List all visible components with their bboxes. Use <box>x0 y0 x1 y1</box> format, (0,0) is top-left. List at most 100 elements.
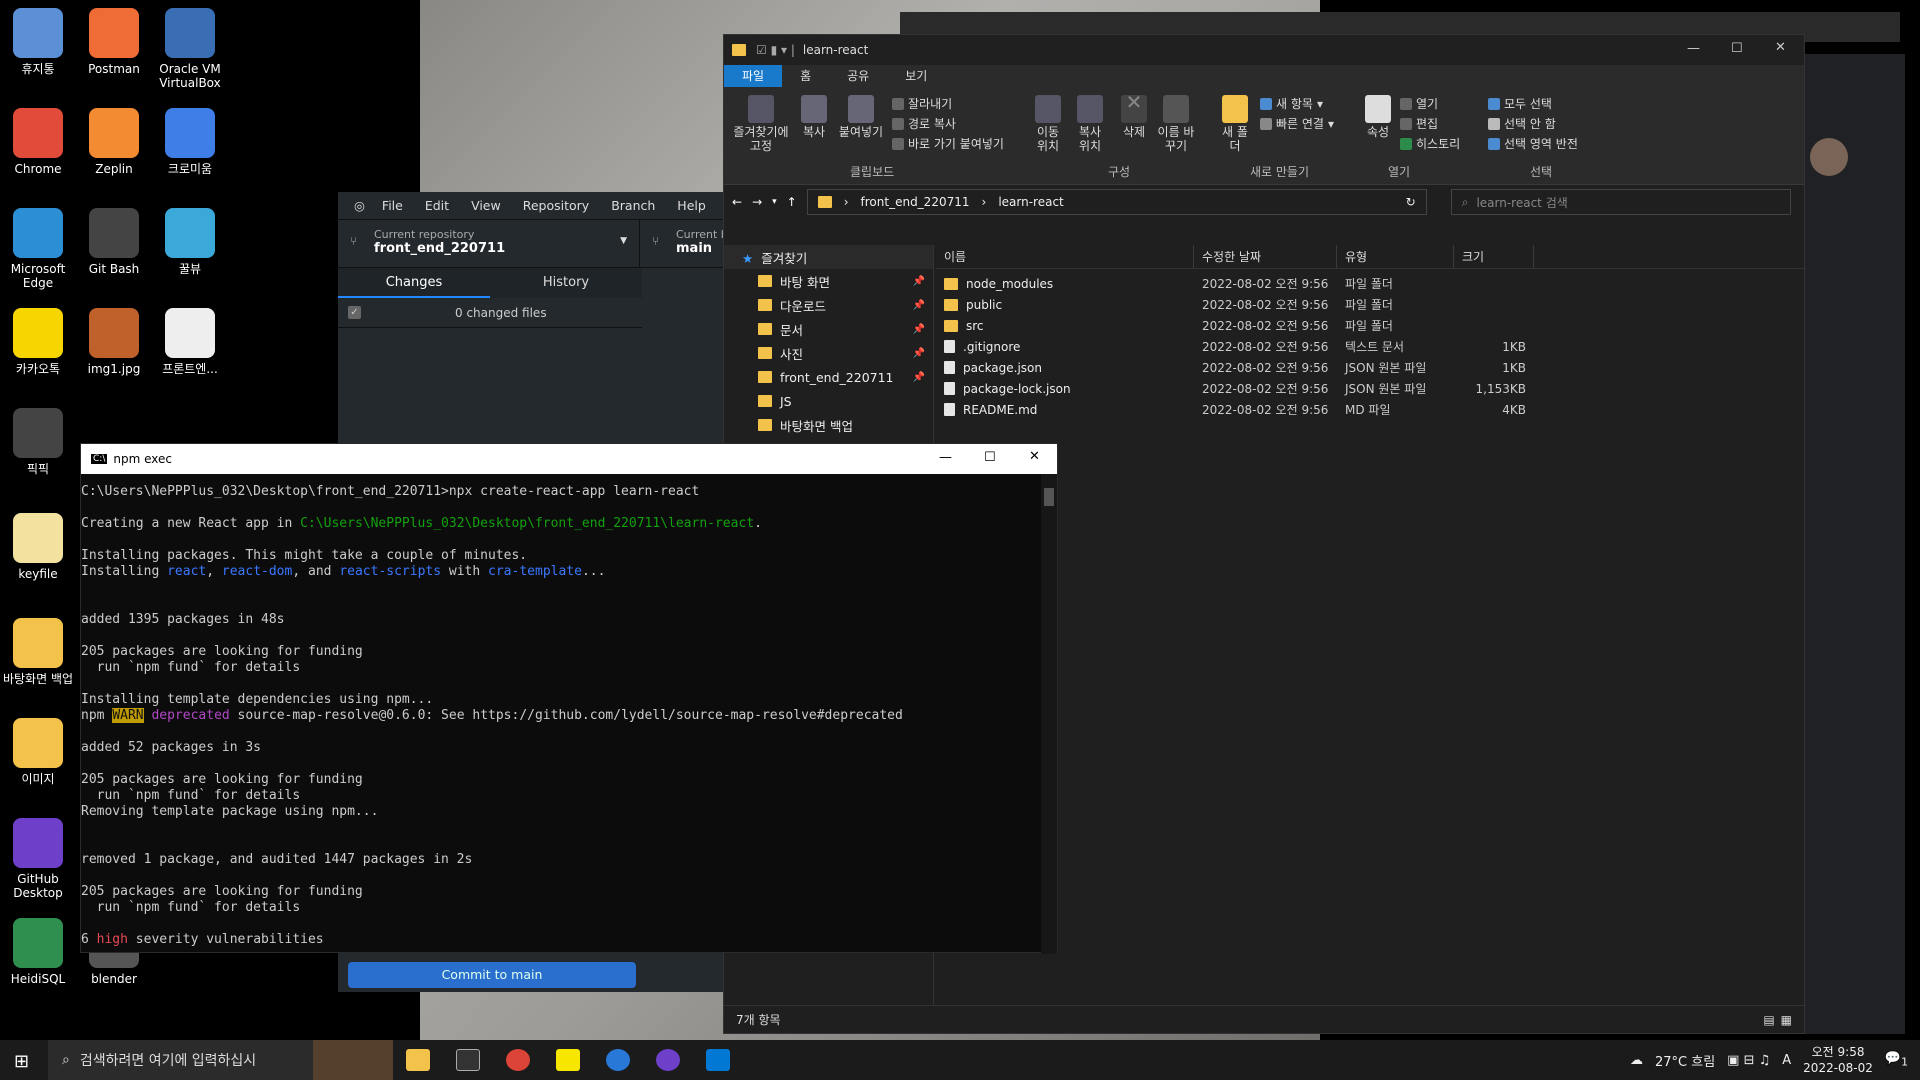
tab-history[interactable]: History <box>490 268 642 298</box>
properties-button[interactable]: 속성 <box>1364 95 1392 139</box>
move-to-button[interactable]: 이동 위치 <box>1030 95 1066 153</box>
taskbar-kakaotalk[interactable] <box>543 1040 593 1080</box>
file-row[interactable]: package.json 2022-08-02 오전 9:56 JSON 원본 파일… <box>936 357 1806 378</box>
quick-access-toolbar[interactable]: ☑ ▮ ▾ | <box>756 43 795 57</box>
tab-share[interactable]: 공유 <box>829 65 887 87</box>
desktop-icon[interactable]: Microsoft Edge <box>0 208 76 290</box>
tab-home[interactable]: 홈 <box>782 65 829 87</box>
file-row[interactable]: src 2022-08-02 오전 9:56 파일 폴더 <box>936 315 1806 336</box>
copy-button[interactable]: 복사 <box>796 95 832 139</box>
copy-path-button[interactable]: 경로 복사 <box>892 115 956 132</box>
tab-view[interactable]: 보기 <box>887 65 945 87</box>
file-row[interactable]: public 2022-08-02 오전 9:56 파일 폴더 <box>936 294 1806 315</box>
nav-item[interactable]: JS <box>724 389 933 413</box>
tab-file[interactable]: 파일 <box>724 65 783 87</box>
taskbar-vscode[interactable] <box>693 1040 743 1080</box>
scrollbar[interactable] <box>1041 474 1057 954</box>
select-none-button[interactable]: 선택 안 함 <box>1488 115 1556 132</box>
edit-button[interactable]: 편집 <box>1400 115 1438 132</box>
close-button[interactable]: ✕ <box>1029 449 1040 464</box>
taskbar-file-explorer[interactable] <box>393 1040 443 1080</box>
column-size[interactable]: 크기 <box>1454 245 1534 268</box>
tray-icons[interactable]: ▣ ⊟ ♫ <box>1727 1053 1770 1068</box>
copy-to-button[interactable]: 복사 위치 <box>1072 95 1108 153</box>
search-box[interactable]: ⌕ learn-react 검색 <box>1450 189 1791 215</box>
file-row[interactable]: node_modules 2022-08-02 오전 9:56 파일 폴더 <box>936 273 1806 294</box>
menu-repository[interactable]: Repository <box>512 198 600 213</box>
nav-item[interactable]: front_end_220711 📌 <box>724 365 933 389</box>
recent-dropdown[interactable]: ▾ <box>772 197 777 207</box>
menu-view[interactable]: View <box>460 198 512 213</box>
refresh-icon[interactable]: ↻ <box>1406 195 1416 209</box>
forward-button[interactable]: → <box>752 195 762 209</box>
desktop-icon[interactable]: 프론트엔... <box>152 308 228 376</box>
desktop-icon[interactable]: 픽픽 <box>0 408 76 476</box>
taskbar-app[interactable] <box>593 1040 643 1080</box>
taskbar-terminal[interactable] <box>443 1040 493 1080</box>
delete-button[interactable]: ✕ 삭제 <box>1118 92 1150 139</box>
pin-quick-access-button[interactable]: 즐겨찾기에 고정 <box>730 95 792 153</box>
desktop-icon[interactable]: Oracle VM VirtualBox <box>152 8 228 90</box>
desktop-icon[interactable]: 이미지 <box>0 718 76 786</box>
address-bar[interactable]: › front_end_220711 › learn-react ↻ <box>806 189 1427 215</box>
nav-item[interactable]: 다운로드 📌 <box>724 293 933 317</box>
desktop-icon[interactable]: img1.jpg <box>76 308 152 376</box>
nav-item[interactable]: ★ 즐겨찾기 <box>724 245 933 269</box>
menu-edit[interactable]: Edit <box>414 198 460 213</box>
column-date[interactable]: 수정한 날짜 <box>1194 245 1337 268</box>
ime-indicator[interactable]: A <box>1782 1053 1791 1068</box>
desktop-icon[interactable]: 바탕화면 백업 <box>0 618 76 686</box>
desktop-icon[interactable]: 휴지통 <box>0 8 76 76</box>
column-name[interactable]: 이름 <box>936 245 1194 268</box>
desktop-icon[interactable]: GitHub Desktop <box>0 818 76 900</box>
desktop-icon[interactable]: 꿀뷰 <box>152 208 228 276</box>
column-type[interactable]: 유형 <box>1337 245 1454 268</box>
terminal-output[interactable]: C:\Users\NePPPlus_032\Desktop\front_end_… <box>81 474 1057 954</box>
desktop-icon[interactable]: Postman <box>76 8 152 76</box>
desktop-icon[interactable]: 카카오톡 <box>0 308 76 376</box>
nav-item[interactable]: 바탕화면 백업 <box>724 413 933 437</box>
details-view-button[interactable]: ▤ <box>1763 1013 1774 1027</box>
desktop-icon[interactable]: HeidiSQL <box>0 918 76 986</box>
large-icons-view-button[interactable]: ▦ <box>1781 1013 1792 1027</box>
weather[interactable]: 27°C 흐림 <box>1655 1051 1715 1070</box>
file-row[interactable]: .gitignore 2022-08-02 오전 9:56 텍스트 문서 1KB <box>936 336 1806 357</box>
taskbar-chrome[interactable] <box>493 1040 543 1080</box>
up-button[interactable]: ↑ <box>787 195 797 209</box>
start-button[interactable]: ⊞ <box>14 1051 29 1072</box>
select-all-checkbox[interactable]: ✓ <box>348 306 361 319</box>
invert-selection-button[interactable]: 선택 영역 반전 <box>1488 135 1578 152</box>
path-segment-current[interactable]: learn-react <box>998 195 1063 209</box>
scrollbar-thumb[interactable] <box>1044 488 1054 506</box>
rename-button[interactable]: 이름 바꾸기 <box>1156 95 1196 153</box>
back-button[interactable]: ← <box>732 195 742 209</box>
minimize-button[interactable]: — <box>939 450 952 465</box>
paste-button[interactable]: 붙여넣기 <box>836 95 886 139</box>
paste-shortcut-button[interactable]: 바로 가기 붙여넣기 <box>892 135 1004 152</box>
maximize-button[interactable]: ☐ <box>1731 41 1743 56</box>
close-button[interactable]: ✕ <box>1775 40 1786 55</box>
commit-button[interactable]: Commit to main <box>348 962 636 988</box>
open-button[interactable]: 열기 <box>1400 95 1438 112</box>
file-row[interactable]: README.md 2022-08-02 오전 9:56 MD 파일 4KB <box>936 399 1806 420</box>
desktop-icon[interactable]: Chrome <box>0 108 76 176</box>
maximize-button[interactable]: ☐ <box>984 450 996 465</box>
tab-changes[interactable]: Changes <box>338 268 490 298</box>
select-all-button[interactable]: 모두 선택 <box>1488 95 1552 112</box>
history-button[interactable]: 히스토리 <box>1400 135 1460 152</box>
menu-help[interactable]: Help <box>666 198 717 213</box>
taskbar-github-desktop[interactable] <box>643 1040 693 1080</box>
nav-item[interactable]: 바탕 화면 📌 <box>724 269 933 293</box>
menu-branch[interactable]: Branch <box>600 198 666 213</box>
current-repository-selector[interactable]: ⑂ Current repository front_end_220711 ▼ <box>338 220 640 267</box>
desktop-icon[interactable]: Zeplin <box>76 108 152 176</box>
menu-file[interactable]: File <box>371 198 414 213</box>
path-segment-parent[interactable]: front_end_220711 <box>861 195 970 209</box>
nav-item[interactable]: 문서 📌 <box>724 317 933 341</box>
desktop-icon[interactable]: Git Bash <box>76 208 152 276</box>
current-branch-selector[interactable]: ⑂ Current b main <box>640 220 728 267</box>
desktop-icon[interactable]: keyfile <box>0 513 76 581</box>
new-item-button[interactable]: 새 항목 ▾ <box>1260 95 1323 112</box>
easy-access-button[interactable]: 빠른 연결 ▾ <box>1260 115 1334 132</box>
minimize-button[interactable]: — <box>1687 41 1700 56</box>
